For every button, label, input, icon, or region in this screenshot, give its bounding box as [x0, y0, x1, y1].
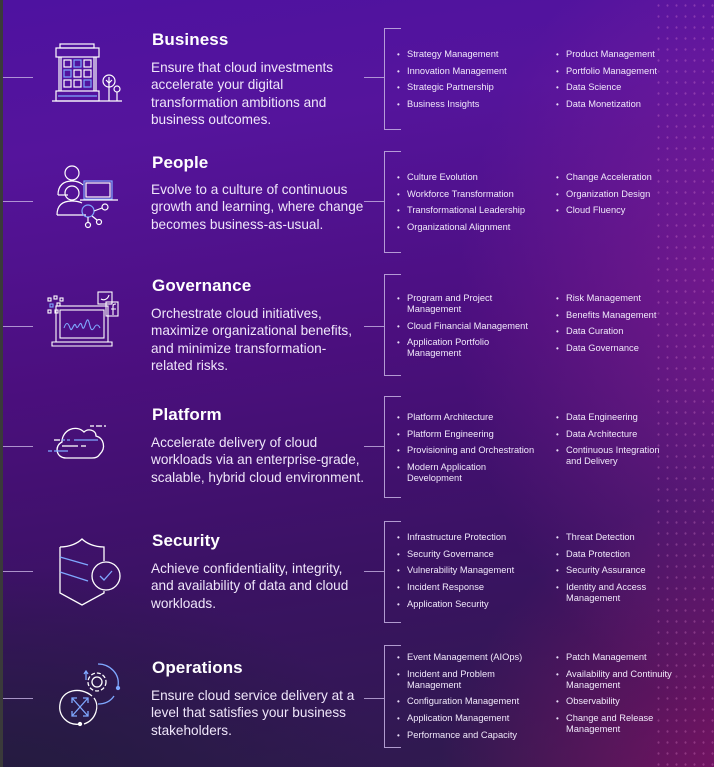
capability-item: Product Management — [556, 49, 711, 60]
capability-item: Infrastructure Protection — [397, 532, 552, 543]
gear-cycle-icon — [59, 663, 121, 727]
capability-list-left: Strategy Management Innovation Managemen… — [397, 49, 552, 116]
capability-list-left: Event Management (AIOps) Incident and Pr… — [397, 652, 552, 746]
capability-item: Patch Management — [556, 652, 711, 663]
capability-item: Benefits Management — [556, 310, 711, 321]
capability-item: Transformational Leadership — [397, 205, 552, 216]
capability-item: Security Governance — [397, 549, 552, 560]
capability-item: Cloud Financial Management — [397, 321, 552, 332]
capability-item: Data Science — [556, 82, 711, 93]
capability-item: Continuous Integration and Delivery — [556, 445, 676, 467]
section-people: People Evolve to a culture of continuous… — [0, 147, 714, 267]
people-network-icon — [56, 165, 118, 229]
connector-line — [364, 571, 384, 572]
capability-item: Performance and Capacity — [397, 730, 552, 741]
capability-item: Cloud Fluency — [556, 205, 711, 216]
capability-item: Change Acceleration — [556, 172, 711, 183]
cloud-capabilities-infographic: Business Ensure that cloud investments a… — [0, 0, 714, 767]
section-description: Achieve confidentiality, integrity, and … — [151, 561, 349, 611]
capability-item: Configuration Management — [397, 696, 552, 707]
capability-item: Provisioning and Orchestration — [397, 445, 552, 456]
capability-item: Organization Design — [556, 189, 711, 200]
capability-item: Change and Release Management — [556, 713, 666, 735]
connector-line — [364, 698, 384, 699]
capability-item: Strategy Management — [397, 49, 552, 60]
section-governance: Governance Orchestrate cloud initiatives… — [0, 270, 714, 390]
connector-line — [3, 446, 33, 447]
capability-item: Application Management — [397, 713, 552, 724]
capability-list-right: Data Engineering Data Architecture Conti… — [556, 412, 711, 473]
capability-item: Strategic Partnership — [397, 82, 552, 93]
capability-item: Platform Engineering — [397, 429, 552, 440]
connector-line — [3, 571, 33, 572]
connector-line — [3, 77, 33, 78]
capability-item: Event Management (AIOps) — [397, 652, 552, 663]
capability-item: Application Portfolio Management — [397, 337, 517, 359]
capability-item: Program and Project Management — [397, 293, 517, 315]
capability-item: Data Monetization — [556, 99, 711, 110]
connector-line — [364, 77, 384, 78]
capability-list-right: Change Acceleration Organization Design … — [556, 172, 711, 222]
capability-item: Incident and Problem Management — [397, 669, 507, 691]
section-title: Platform — [152, 405, 222, 424]
capability-list-left: Infrastructure Protection Security Gover… — [397, 532, 552, 615]
capability-list-right: Product Management Portfolio Management … — [556, 49, 711, 116]
shield-check-icon — [59, 538, 121, 606]
section-title: Business — [152, 30, 229, 49]
section-description: Ensure cloud service delivery at a level… — [151, 688, 355, 738]
section-description: Orchestrate cloud initiatives, maximize … — [151, 306, 352, 374]
capability-item: Innovation Management — [397, 66, 552, 77]
capability-list-left: Culture Evolution Workforce Transformati… — [397, 172, 552, 239]
capability-item: Platform Architecture — [397, 412, 552, 423]
connector-line — [3, 698, 33, 699]
capability-item: Data Protection — [556, 549, 711, 560]
capability-list-left: Platform Architecture Platform Engineeri… — [397, 412, 552, 490]
capability-list-right: Threat Detection Data Protection Securit… — [556, 532, 711, 610]
section-security: Security Achieve confidentiality, integr… — [0, 517, 714, 637]
capability-item: Vulnerability Management — [397, 565, 552, 576]
capability-item: Data Governance — [556, 343, 711, 354]
capability-item: Threat Detection — [556, 532, 711, 543]
connector-line — [364, 446, 384, 447]
section-title: Operations — [152, 658, 243, 677]
capability-item: Application Security — [397, 599, 552, 610]
connector-line — [3, 201, 33, 202]
capability-item: Business Insights — [397, 99, 552, 110]
section-title: Security — [152, 531, 220, 550]
capability-item: Workforce Transformation — [397, 189, 552, 200]
section-description: Accelerate delivery of cloud workloads v… — [151, 435, 365, 485]
cloud-icon — [48, 425, 106, 459]
capability-item: Data Curation — [556, 326, 711, 337]
capability-item: Culture Evolution — [397, 172, 552, 183]
capability-item: Identity and Access Management — [556, 582, 666, 604]
laptop-social-icon — [47, 291, 119, 347]
capability-item: Incident Response — [397, 582, 552, 593]
section-operations: Operations Ensure cloud service delivery… — [0, 640, 714, 760]
building-icon — [52, 43, 122, 102]
capability-list-left: Program and Project Management Cloud Fin… — [397, 293, 552, 365]
capability-item: Organizational Alignment — [397, 222, 552, 233]
capability-item: Portfolio Management — [556, 66, 711, 77]
capability-item: Observability — [556, 696, 711, 707]
section-title: Governance — [152, 276, 252, 295]
capability-item: Modern Application Development — [397, 462, 507, 484]
capability-item: Security Assurance — [556, 565, 711, 576]
capability-item: Data Engineering — [556, 412, 711, 423]
section-business: Business Ensure that cloud investments a… — [0, 24, 714, 144]
section-title: People — [152, 153, 209, 172]
connector-line — [364, 326, 384, 327]
capability-list-right: Patch Management Availability and Contin… — [556, 652, 711, 741]
section-description: Ensure that cloud investments accelerate… — [151, 60, 334, 128]
capability-list-right: Risk Management Benefits Management Data… — [556, 293, 711, 360]
section-platform: Platform Accelerate delivery of cloud wo… — [0, 392, 714, 512]
connector-line — [364, 201, 384, 202]
capability-item: Data Architecture — [556, 429, 711, 440]
section-description: Evolve to a culture of continuous growth… — [151, 182, 364, 232]
connector-line — [3, 326, 33, 327]
capability-item: Risk Management — [556, 293, 711, 304]
capability-item: Availability and Continuity Management — [556, 669, 681, 691]
